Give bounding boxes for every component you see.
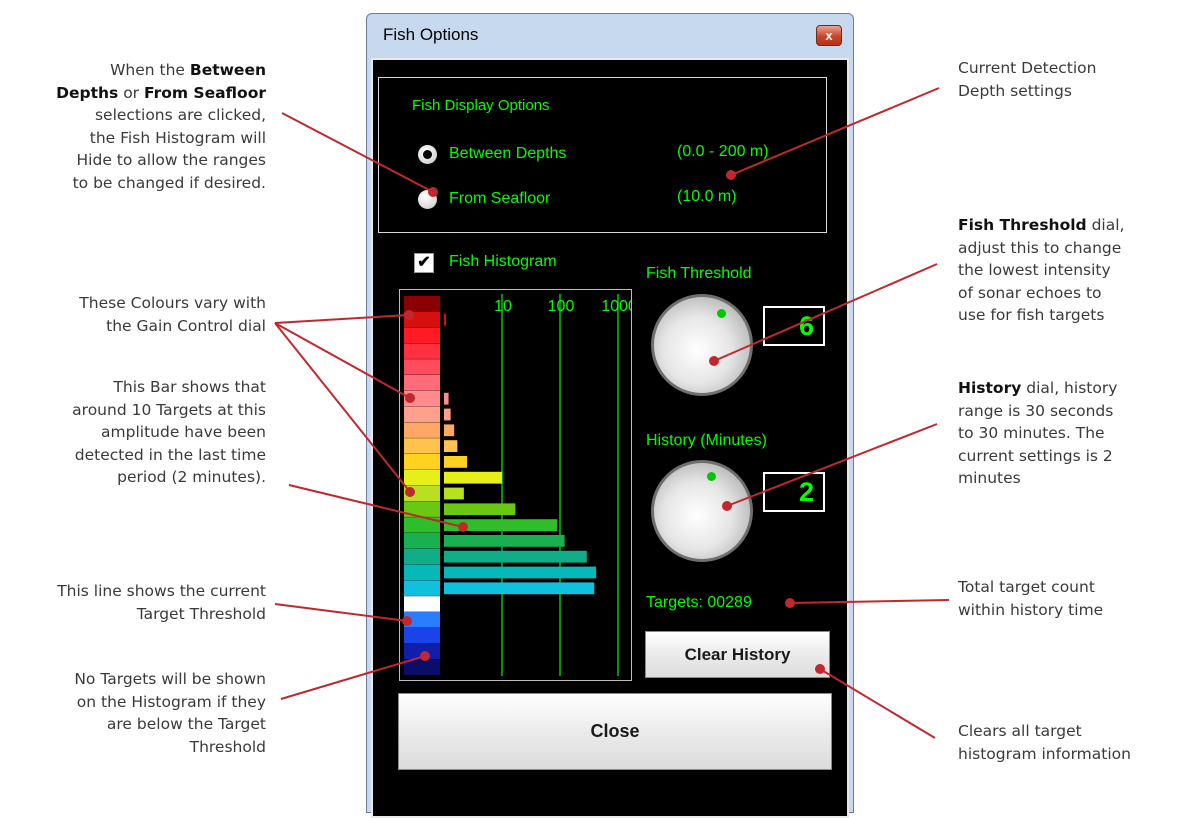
fish-histogram: 10 100 1000 <box>399 289 637 681</box>
histogram-colour-swatch <box>404 311 440 328</box>
histogram-bar <box>444 550 587 563</box>
window-close-button[interactable]: x <box>816 25 842 46</box>
annotation-threshold-line: This line shows the current Target Thres… <box>57 582 266 623</box>
histogram-colour-swatch <box>404 485 440 502</box>
annotation-detection-depth: Current Detection Depth settings <box>958 59 1097 100</box>
history-value: 2 <box>763 472 825 512</box>
history-dial[interactable] <box>651 460 753 562</box>
close-button[interactable]: Close <box>398 693 832 770</box>
histogram-scale-label: 1000 <box>601 298 631 315</box>
histogram-bar <box>444 440 458 452</box>
histogram-colour-swatch <box>404 422 440 438</box>
check-icon: ✔ <box>417 254 431 271</box>
histogram-bar <box>444 471 502 484</box>
histogram-colour-swatch <box>404 548 440 565</box>
histogram-colour-swatch <box>404 564 440 581</box>
fish-histogram-checkbox[interactable]: ✔ <box>414 253 434 273</box>
fish-threshold-label: Fish Threshold <box>646 265 752 282</box>
histogram-bar <box>444 503 516 516</box>
histogram-colour-swatch <box>404 375 440 391</box>
dial-indicator-icon <box>717 309 726 318</box>
fish-threshold-value: 6 <box>763 306 825 346</box>
between-depths-label[interactable]: Between Depths <box>449 145 566 163</box>
histogram-bar <box>444 582 595 595</box>
histogram-colour-swatch <box>404 501 440 517</box>
histogram-colour-swatch <box>404 469 440 486</box>
annotation-colours: These Colours vary with the Gain Control… <box>79 294 266 335</box>
histogram-colour-swatch <box>404 612 440 628</box>
annotation-bar: This Bar shows that around 10 Targets at… <box>72 378 266 486</box>
histogram-colour-swatch <box>404 359 440 375</box>
histogram-bar <box>444 424 455 437</box>
histogram-colour-swatch <box>404 533 440 549</box>
histogram-colour-swatch <box>404 627 440 644</box>
histogram-plot: 10 100 1000 <box>404 294 637 676</box>
histogram-colour-swatch <box>404 390 440 407</box>
histogram-scale-label: 10 <box>494 298 512 315</box>
histogram-bar <box>444 487 464 500</box>
histogram-bar <box>444 392 449 405</box>
from-seafloor-label[interactable]: From Seafloor <box>449 190 550 208</box>
histogram-colour-swatch <box>404 327 440 344</box>
fish-display-options-heading: Fish Display Options <box>412 97 550 114</box>
close-icon: x <box>825 28 833 43</box>
histogram-colour-swatch <box>404 406 440 423</box>
annotation-no-targets: No Targets will be shown on the Histogra… <box>74 670 266 756</box>
annotation-targets: Total target count within history time <box>958 578 1104 619</box>
histogram-scale-label: 100 <box>548 298 575 315</box>
targets-count: Targets: 00289 <box>646 594 752 611</box>
window-title: Fish Options <box>383 25 479 44</box>
histogram-colour-swatch <box>404 659 440 675</box>
histogram-colour-swatch <box>404 643 440 660</box>
radio-selected-dot <box>423 150 432 159</box>
title-bar[interactable]: Fish Options x <box>367 14 853 58</box>
dial-indicator-icon <box>707 472 716 481</box>
histogram-colour-swatch <box>404 343 440 359</box>
history-label: History (Minutes) <box>646 432 767 449</box>
annotation-clear: Clears all target histogram information <box>958 722 1131 763</box>
histogram-bar <box>444 566 597 579</box>
from-seafloor-radio[interactable] <box>418 190 437 209</box>
histogram-colour-swatch <box>404 296 440 312</box>
histogram-bar <box>444 408 451 421</box>
annotation-history: History dial, history range is 30 second… <box>958 379 1118 487</box>
histogram-bar <box>444 535 565 547</box>
annotation-between-depths: When the Between Depths or From Seafloor… <box>56 61 266 192</box>
histogram-colour-swatch <box>404 438 440 454</box>
clear-history-button[interactable]: Clear History <box>645 631 830 678</box>
between-depths-value: (0.0 - 200 m) <box>677 143 769 160</box>
fish-histogram-label[interactable]: Fish Histogram <box>449 253 557 271</box>
from-seafloor-value: (10.0 m) <box>677 188 737 205</box>
histogram-colour-swatch <box>404 454 440 470</box>
fish-threshold-dial[interactable] <box>651 294 753 396</box>
histogram-colour-swatch <box>404 517 440 533</box>
annotation-fish-threshold: Fish Threshold dial, adjust this to chan… <box>958 216 1125 324</box>
histogram-bar <box>444 456 468 468</box>
histogram-bar <box>444 313 446 326</box>
histogram-colour-swatch <box>404 580 440 596</box>
between-depths-radio[interactable] <box>418 145 437 164</box>
histogram-bar <box>444 519 558 531</box>
